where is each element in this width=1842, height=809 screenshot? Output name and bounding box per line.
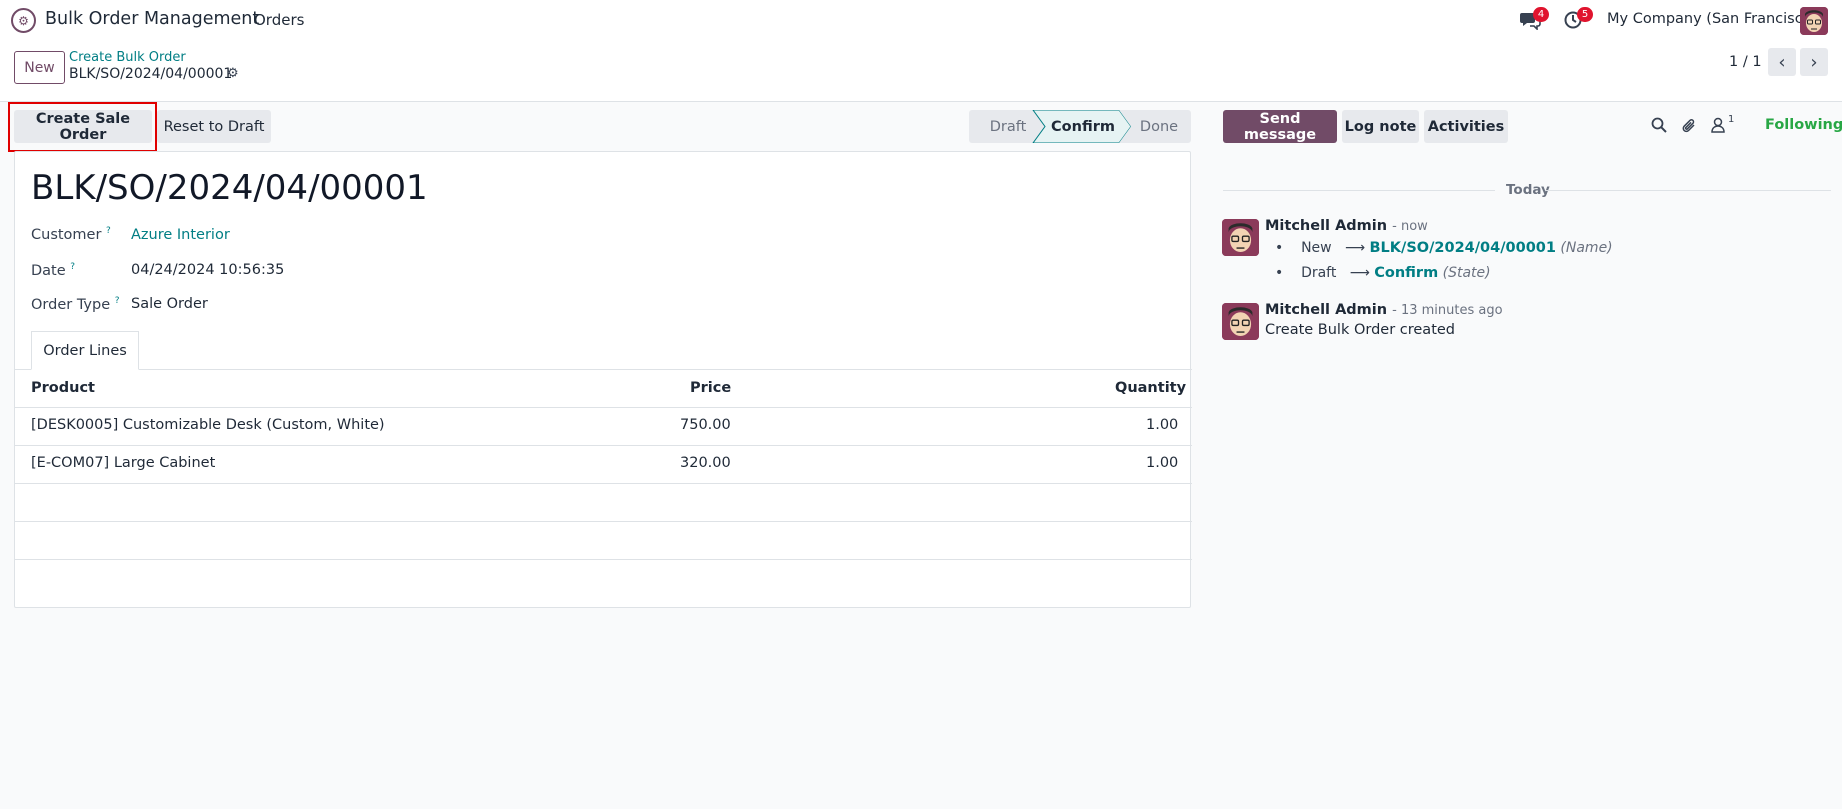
help-icon[interactable]: ?	[106, 226, 111, 236]
form-sheet: BLK/SO/2024/04/00001 Customer ? Azure In…	[14, 151, 1192, 608]
arrow-right-icon: ⟶	[1336, 240, 1366, 256]
message-author[interactable]: Mitchell Admin - 13 minutes ago	[1265, 302, 1503, 318]
avatar-face-icon	[1222, 303, 1259, 340]
tracking-line: • New ⟶ BLK/SO/2024/04/00001 (Name)	[1275, 240, 1613, 256]
tracking-field: (Name)	[1560, 240, 1613, 256]
bullet: •	[1275, 265, 1297, 281]
cell-product[interactable]: [DESK0005] Customizable Desk (Custom, Wh…	[31, 417, 385, 433]
date-field[interactable]: 04/24/2024 10:56:35	[131, 262, 284, 278]
new-button[interactable]: New	[14, 51, 65, 84]
send-message-button[interactable]: Send message	[1223, 110, 1337, 143]
help-icon[interactable]: ?	[115, 296, 120, 306]
app-name[interactable]: Bulk Order Management	[45, 9, 259, 29]
date-separator: Today	[1506, 182, 1550, 198]
app-logo-icon[interactable]: ⚙	[11, 8, 36, 33]
pager-value[interactable]: 1 / 1	[1729, 54, 1762, 70]
cell-quantity[interactable]: 1.00	[1146, 455, 1178, 471]
breadcrumb-current: BLK/SO/2024/04/00001	[69, 66, 233, 82]
search-icon[interactable]	[1651, 117, 1667, 133]
paperclip-icon[interactable]	[1681, 117, 1697, 134]
author-name[interactable]: Mitchell Admin	[1265, 302, 1387, 318]
reset-to-draft-button[interactable]: Reset to Draft	[157, 110, 271, 143]
date-label-text: Date	[31, 262, 66, 279]
pager-next-button[interactable]: ›	[1800, 48, 1828, 76]
menu-orders[interactable]: Orders	[254, 11, 304, 29]
breadcrumb-parent[interactable]: Create Bulk Order	[69, 50, 186, 65]
avatar-face-icon	[1222, 219, 1259, 256]
pager-previous-button[interactable]: ‹	[1768, 48, 1796, 76]
order-type-field[interactable]: Sale Order	[131, 296, 208, 312]
date-label: Date ?	[31, 262, 75, 279]
stage-draft[interactable]: Draft	[979, 110, 1037, 143]
author-avatar[interactable]	[1222, 219, 1259, 256]
log-note-button[interactable]: Log note	[1342, 110, 1419, 143]
record-name[interactable]: BLK/SO/2024/04/00001	[31, 168, 428, 208]
cell-quantity[interactable]: 1.00	[1146, 417, 1178, 433]
following-button[interactable]: Following	[1765, 117, 1842, 133]
chevron-right-icon: ›	[1810, 51, 1818, 73]
cell-price[interactable]: 750.00	[680, 417, 731, 433]
company-switcher[interactable]: My Company (San Francisco)	[1607, 11, 1817, 27]
stage-confirm[interactable]: Confirm	[1045, 110, 1121, 143]
top-navbar: ⚙ Bulk Order Management Orders 4 5 My Co…	[0, 0, 1842, 40]
author-avatar[interactable]	[1222, 303, 1259, 340]
order-type-label: Order Type ?	[31, 296, 120, 313]
message-time: - 13 minutes ago	[1392, 303, 1503, 318]
message-time: - now	[1392, 219, 1428, 234]
messages-badge: 4	[1533, 7, 1549, 22]
tracking-old-value: Draft	[1301, 265, 1337, 281]
customer-label: Customer ?	[31, 226, 111, 243]
activities-button[interactable]: Activities	[1424, 110, 1508, 143]
control-panel: New Create Bulk Order BLK/SO/2024/04/000…	[0, 40, 1842, 102]
table-row[interactable]: [DESK0005] Customizable Desk (Custom, Wh…	[15, 408, 1192, 446]
activities-badge: 5	[1577, 7, 1593, 22]
divider	[1223, 190, 1495, 191]
author-name[interactable]: Mitchell Admin	[1265, 218, 1387, 234]
stage-done[interactable]: Done	[1129, 110, 1189, 143]
message-author[interactable]: Mitchell Admin - now	[1265, 218, 1428, 234]
table-row-empty[interactable]	[15, 522, 1192, 560]
chevron-left-icon: ‹	[1778, 51, 1786, 73]
divider	[1545, 190, 1831, 191]
followers-count: 1	[1728, 114, 1735, 125]
cell-price[interactable]: 320.00	[680, 455, 731, 471]
followers-icon[interactable]	[1711, 117, 1725, 133]
highlight-box	[8, 102, 157, 152]
customer-field[interactable]: Azure Interior	[131, 227, 230, 243]
table-row[interactable]: [E-COM07] Large Cabinet 320.00 1.00	[15, 446, 1192, 484]
message-body: Create Bulk Order created	[1265, 322, 1456, 338]
avatar-face-icon	[1800, 7, 1828, 35]
bullet: •	[1275, 240, 1297, 256]
user-avatar[interactable]	[1800, 7, 1828, 35]
gear-icon[interactable]: ⚙	[227, 66, 239, 81]
tracking-new-value: BLK/SO/2024/04/00001	[1369, 240, 1556, 256]
tracking-field: (State)	[1442, 265, 1491, 281]
tab-order-lines[interactable]: Order Lines	[31, 331, 139, 370]
cell-product[interactable]: [E-COM07] Large Cabinet	[31, 455, 215, 471]
table-row-empty[interactable]	[15, 484, 1192, 522]
tracking-new-value: Confirm	[1374, 265, 1439, 281]
customer-label-text: Customer	[31, 226, 102, 243]
help-icon[interactable]: ?	[70, 262, 75, 272]
arrow-right-icon: ⟶	[1340, 265, 1370, 281]
table-header-row	[15, 370, 1192, 408]
tracking-old-value: New	[1301, 240, 1332, 256]
order-type-label-text: Order Type	[31, 296, 111, 313]
tracking-line: • Draft ⟶ Confirm (State)	[1275, 265, 1491, 281]
